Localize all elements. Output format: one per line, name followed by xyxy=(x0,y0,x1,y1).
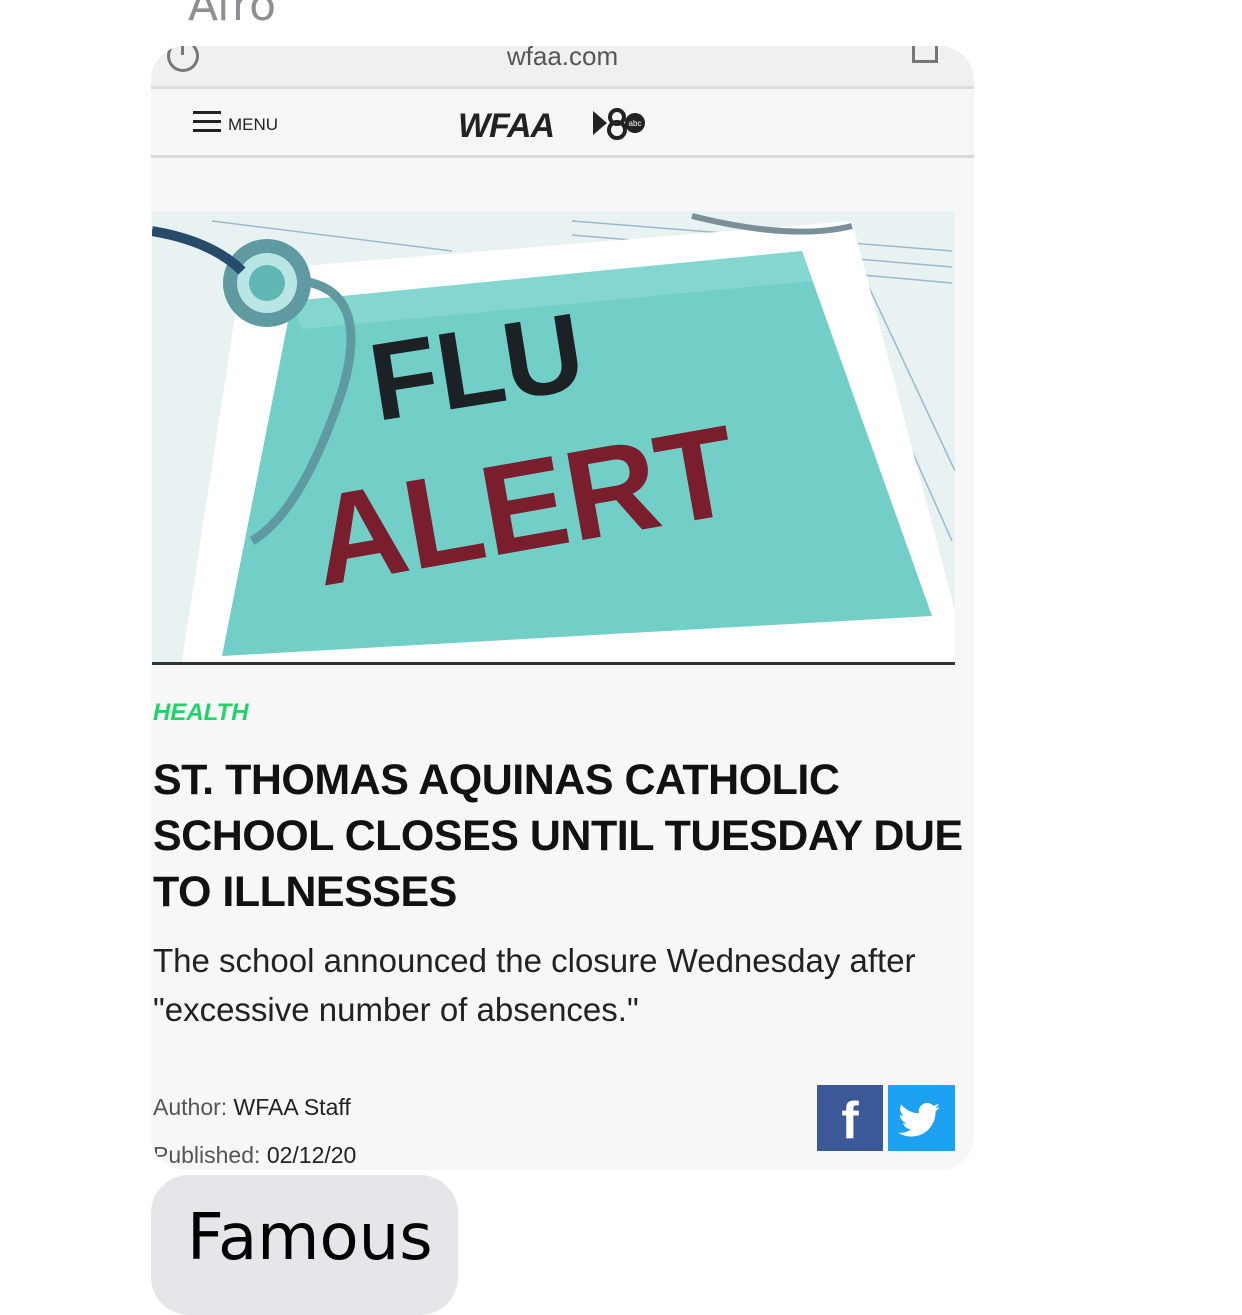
facebook-share-button[interactable]: f xyxy=(817,1085,883,1151)
article-published: Published: 02/12/20 xyxy=(153,1142,356,1169)
article-category[interactable]: HEALTH xyxy=(153,699,249,727)
article-headline[interactable]: ST. THOMAS AQUINAS CATHOLIC SCHOOL CLOSE… xyxy=(153,752,963,920)
site-header: MENU WFAA abc xyxy=(151,89,974,158)
twitter-share-button[interactable] xyxy=(888,1085,955,1151)
article-byline: Author: WFAA Staff xyxy=(153,1094,351,1121)
facebook-icon: f xyxy=(841,1092,859,1150)
article-summary: The school announced the closure Wednesd… xyxy=(153,942,916,1028)
abc-badge: abc xyxy=(629,119,642,128)
browser-url-bar: wfaa.com xyxy=(151,46,974,89)
flu-alert-illustration: FLU ALERT xyxy=(152,211,955,662)
url-text: wfaa.com xyxy=(506,46,619,71)
menu-label[interactable]: MENU xyxy=(228,115,278,135)
hamburger-menu-icon[interactable] xyxy=(193,111,221,135)
contact-name: Afro xyxy=(188,0,277,31)
share-icon xyxy=(912,46,938,63)
published-date: 02/12/20 xyxy=(266,1142,357,1168)
channel-8-logo-icon: abc xyxy=(593,108,645,140)
link-preview-card[interactable]: wfaa.com MENU WFAA abc FLU ALERT HEALTH … xyxy=(151,46,974,1170)
message-text: Famous xyxy=(187,1201,433,1275)
author-label: Author: xyxy=(153,1094,228,1120)
published-label: Published: xyxy=(153,1142,261,1168)
author-name: WFAA Staff xyxy=(233,1094,351,1120)
site-logo: WFAA xyxy=(458,107,555,145)
article-hero-image: FLU ALERT xyxy=(152,211,955,665)
message-bubble[interactable]: Famous xyxy=(151,1175,458,1315)
twitter-icon xyxy=(898,1103,940,1137)
